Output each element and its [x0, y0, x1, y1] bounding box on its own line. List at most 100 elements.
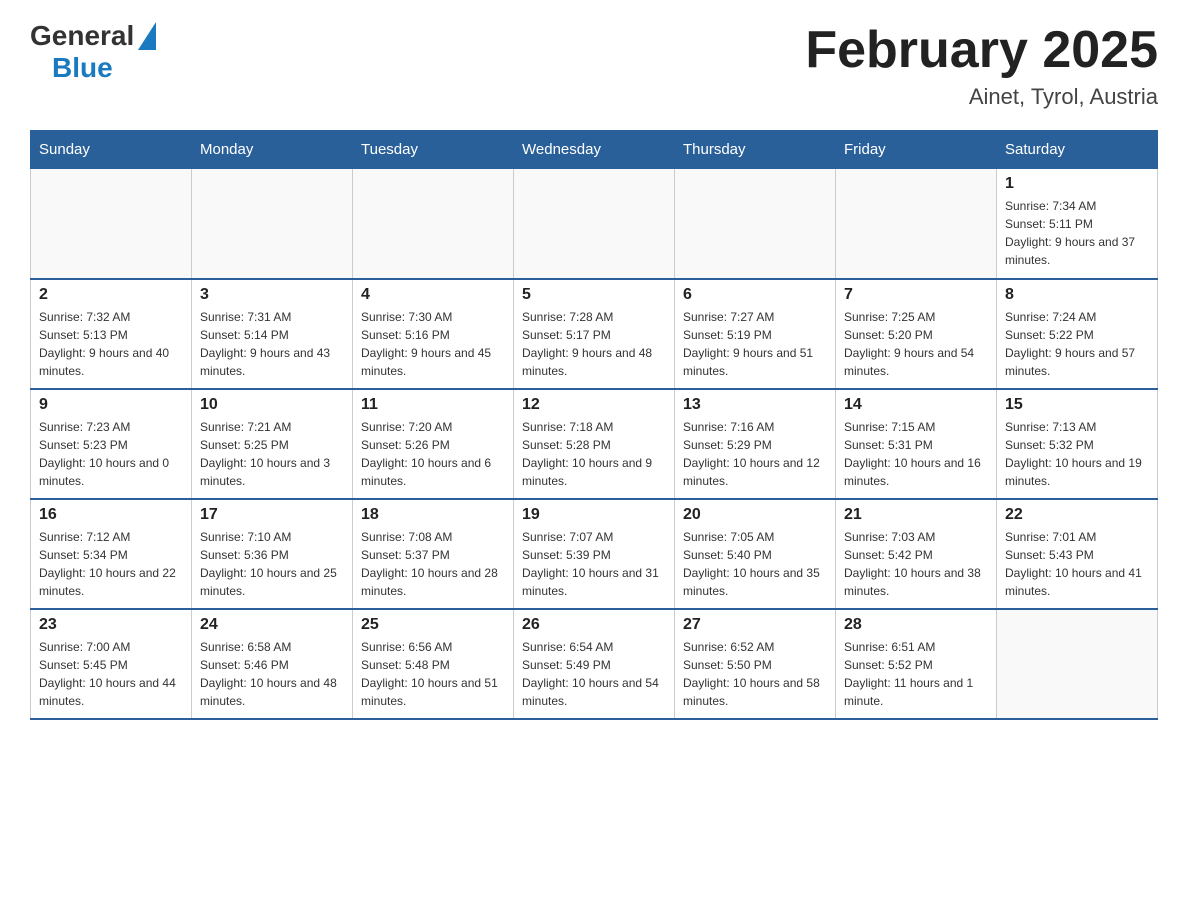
calendar-cell: 18 Sunrise: 7:08 AMSunset: 5:37 PMDayligh…: [353, 499, 514, 609]
calendar-cell: 24Sunrise: 6:58 AMSunset: 5:46 PMDayligh…: [192, 609, 353, 719]
day-number: 3: [200, 286, 344, 304]
title-block: February 2025 Ainet, Tyrol, Austria: [805, 20, 1158, 110]
day-number: 13: [683, 396, 827, 414]
calendar-cell: 13 Sunrise: 7:16 AMSunset: 5:29 PMDayligh…: [675, 389, 836, 499]
day-number: 12: [522, 396, 666, 414]
calendar-week-row: 9 Sunrise: 7:23 AMSunset: 5:23 PMDaylight…: [31, 389, 1158, 499]
header-thursday: Thursday: [675, 131, 836, 169]
day-info: Sunrise: 7:24 AMSunset: 5:22 PMDaylight:…: [1005, 308, 1149, 380]
day-number: 1: [1005, 175, 1149, 193]
day-number: 19: [522, 506, 666, 524]
header-wednesday: Wednesday: [514, 131, 675, 169]
day-info: Sunrise: 7:08 AMSunset: 5:37 PMDaylight:…: [361, 528, 505, 600]
day-info: Sunrise: 6:56 AMSunset: 5:48 PMDaylight:…: [361, 638, 505, 710]
day-number: 18: [361, 506, 505, 524]
calendar-cell: 2 Sunrise: 7:32 AMSunset: 5:13 PMDaylight…: [31, 279, 192, 389]
calendar-week-row: 1 Sunrise: 7:34 AMSunset: 5:11 PMDaylight…: [31, 169, 1158, 279]
day-info: Sunrise: 7:18 AMSunset: 5:28 PMDaylight:…: [522, 418, 666, 490]
calendar-cell: 19Sunrise: 7:07 AMSunset: 5:39 PMDayligh…: [514, 499, 675, 609]
day-info: Sunrise: 7:27 AMSunset: 5:19 PMDaylight:…: [683, 308, 827, 380]
day-number: 6: [683, 286, 827, 304]
day-number: 8: [1005, 286, 1149, 304]
day-info: Sunrise: 7:05 AMSunset: 5:40 PMDaylight:…: [683, 528, 827, 600]
calendar-cell: 12 Sunrise: 7:18 AMSunset: 5:28 PMDayligh…: [514, 389, 675, 499]
day-info: Sunrise: 7:12 AMSunset: 5:34 PMDaylight:…: [39, 528, 183, 600]
day-info: Sunrise: 7:31 AMSunset: 5:14 PMDaylight:…: [200, 308, 344, 380]
day-number: 17: [200, 506, 344, 524]
day-info: Sunrise: 6:52 AMSunset: 5:50 PMDaylight:…: [683, 638, 827, 710]
calendar-header-row: Sunday Monday Tuesday Wednesday Thursday…: [31, 131, 1158, 169]
calendar-cell: 9 Sunrise: 7:23 AMSunset: 5:23 PMDaylight…: [31, 389, 192, 499]
calendar-table: Sunday Monday Tuesday Wednesday Thursday…: [30, 130, 1158, 720]
calendar-cell: 4 Sunrise: 7:30 AMSunset: 5:16 PMDaylight…: [353, 279, 514, 389]
calendar-cell: 20Sunrise: 7:05 AMSunset: 5:40 PMDayligh…: [675, 499, 836, 609]
header-saturday: Saturday: [997, 131, 1158, 169]
calendar-cell: [353, 169, 514, 279]
header-tuesday: Tuesday: [353, 131, 514, 169]
day-info: Sunrise: 7:32 AMSunset: 5:13 PMDaylight:…: [39, 308, 183, 380]
calendar-cell: 3 Sunrise: 7:31 AMSunset: 5:14 PMDaylight…: [192, 279, 353, 389]
calendar-cell: 8 Sunrise: 7:24 AMSunset: 5:22 PMDaylight…: [997, 279, 1158, 389]
day-number: 11: [361, 396, 505, 414]
day-number: 14: [844, 396, 988, 414]
calendar-cell: 25 Sunrise: 6:56 AMSunset: 5:48 PMDayligh…: [353, 609, 514, 719]
logo-blue-text: Blue: [52, 52, 113, 84]
calendar-week-row: 2 Sunrise: 7:32 AMSunset: 5:13 PMDaylight…: [31, 279, 1158, 389]
logo: General Blue: [30, 20, 156, 84]
calendar-cell: [675, 169, 836, 279]
day-info: Sunrise: 7:03 AMSunset: 5:42 PMDaylight:…: [844, 528, 988, 600]
day-info: Sunrise: 7:25 AMSunset: 5:20 PMDaylight:…: [844, 308, 988, 380]
day-info: Sunrise: 6:54 AMSunset: 5:49 PMDaylight:…: [522, 638, 666, 710]
day-info: Sunrise: 7:21 AMSunset: 5:25 PMDaylight:…: [200, 418, 344, 490]
day-number: 2: [39, 286, 183, 304]
calendar-cell: 27 Sunrise: 6:52 AMSunset: 5:50 PMDayligh…: [675, 609, 836, 719]
day-number: 23: [39, 616, 183, 634]
header-monday: Monday: [192, 131, 353, 169]
day-number: 7: [844, 286, 988, 304]
day-number: 16: [39, 506, 183, 524]
logo-triangle-icon: [138, 22, 156, 50]
calendar-week-row: 23 Sunrise: 7:00 AMSunset: 5:45 PMDayligh…: [31, 609, 1158, 719]
day-info: Sunrise: 7:15 AMSunset: 5:31 PMDaylight:…: [844, 418, 988, 490]
calendar-cell: [192, 169, 353, 279]
day-number: 21: [844, 506, 988, 524]
day-info: Sunrise: 7:23 AMSunset: 5:23 PMDaylight:…: [39, 418, 183, 490]
calendar-cell: 17 Sunrise: 7:10 AMSunset: 5:36 PMDayligh…: [192, 499, 353, 609]
day-info: Sunrise: 7:34 AMSunset: 5:11 PMDaylight:…: [1005, 197, 1149, 269]
calendar-cell: 10 Sunrise: 7:21 AMSunset: 5:25 PMDayligh…: [192, 389, 353, 499]
header-friday: Friday: [836, 131, 997, 169]
day-info: Sunrise: 7:30 AMSunset: 5:16 PMDaylight:…: [361, 308, 505, 380]
page-title: February 2025: [805, 20, 1158, 80]
day-number: 27: [683, 616, 827, 634]
calendar-cell: 23 Sunrise: 7:00 AMSunset: 5:45 PMDayligh…: [31, 609, 192, 719]
calendar-cell: 1 Sunrise: 7:34 AMSunset: 5:11 PMDaylight…: [997, 169, 1158, 279]
calendar-cell: 14 Sunrise: 7:15 AMSunset: 5:31 PMDayligh…: [836, 389, 997, 499]
day-info: Sunrise: 7:28 AMSunset: 5:17 PMDaylight:…: [522, 308, 666, 380]
calendar-cell: [31, 169, 192, 279]
calendar-cell: 26 Sunrise: 6:54 AMSunset: 5:49 PMDayligh…: [514, 609, 675, 719]
day-number: 26: [522, 616, 666, 634]
day-number: 5: [522, 286, 666, 304]
day-info: Sunrise: 7:20 AMSunset: 5:26 PMDaylight:…: [361, 418, 505, 490]
day-number: 25: [361, 616, 505, 634]
calendar-week-row: 16 Sunrise: 7:12 AMSunset: 5:34 PMDayligh…: [31, 499, 1158, 609]
day-number: 28: [844, 616, 988, 634]
calendar-cell: 16 Sunrise: 7:12 AMSunset: 5:34 PMDayligh…: [31, 499, 192, 609]
day-number: 4: [361, 286, 505, 304]
day-number: 10: [200, 396, 344, 414]
day-number: 15: [1005, 396, 1149, 414]
day-number: 24: [200, 616, 344, 634]
calendar-cell: [997, 609, 1158, 719]
day-number: 22: [1005, 506, 1149, 524]
calendar-cell: [836, 169, 997, 279]
calendar-cell: 22Sunrise: 7:01 AMSunset: 5:43 PMDayligh…: [997, 499, 1158, 609]
calendar-cell: 28Sunrise: 6:51 AMSunset: 5:52 PMDayligh…: [836, 609, 997, 719]
header-sunday: Sunday: [31, 131, 192, 169]
day-info: Sunrise: 7:10 AMSunset: 5:36 PMDaylight:…: [200, 528, 344, 600]
day-info: Sunrise: 7:16 AMSunset: 5:29 PMDaylight:…: [683, 418, 827, 490]
calendar-cell: 5 Sunrise: 7:28 AMSunset: 5:17 PMDaylight…: [514, 279, 675, 389]
day-info: Sunrise: 7:00 AMSunset: 5:45 PMDaylight:…: [39, 638, 183, 710]
calendar-cell: 15Sunrise: 7:13 AMSunset: 5:32 PMDayligh…: [997, 389, 1158, 499]
day-number: 9: [39, 396, 183, 414]
calendar-cell: 6 Sunrise: 7:27 AMSunset: 5:19 PMDaylight…: [675, 279, 836, 389]
